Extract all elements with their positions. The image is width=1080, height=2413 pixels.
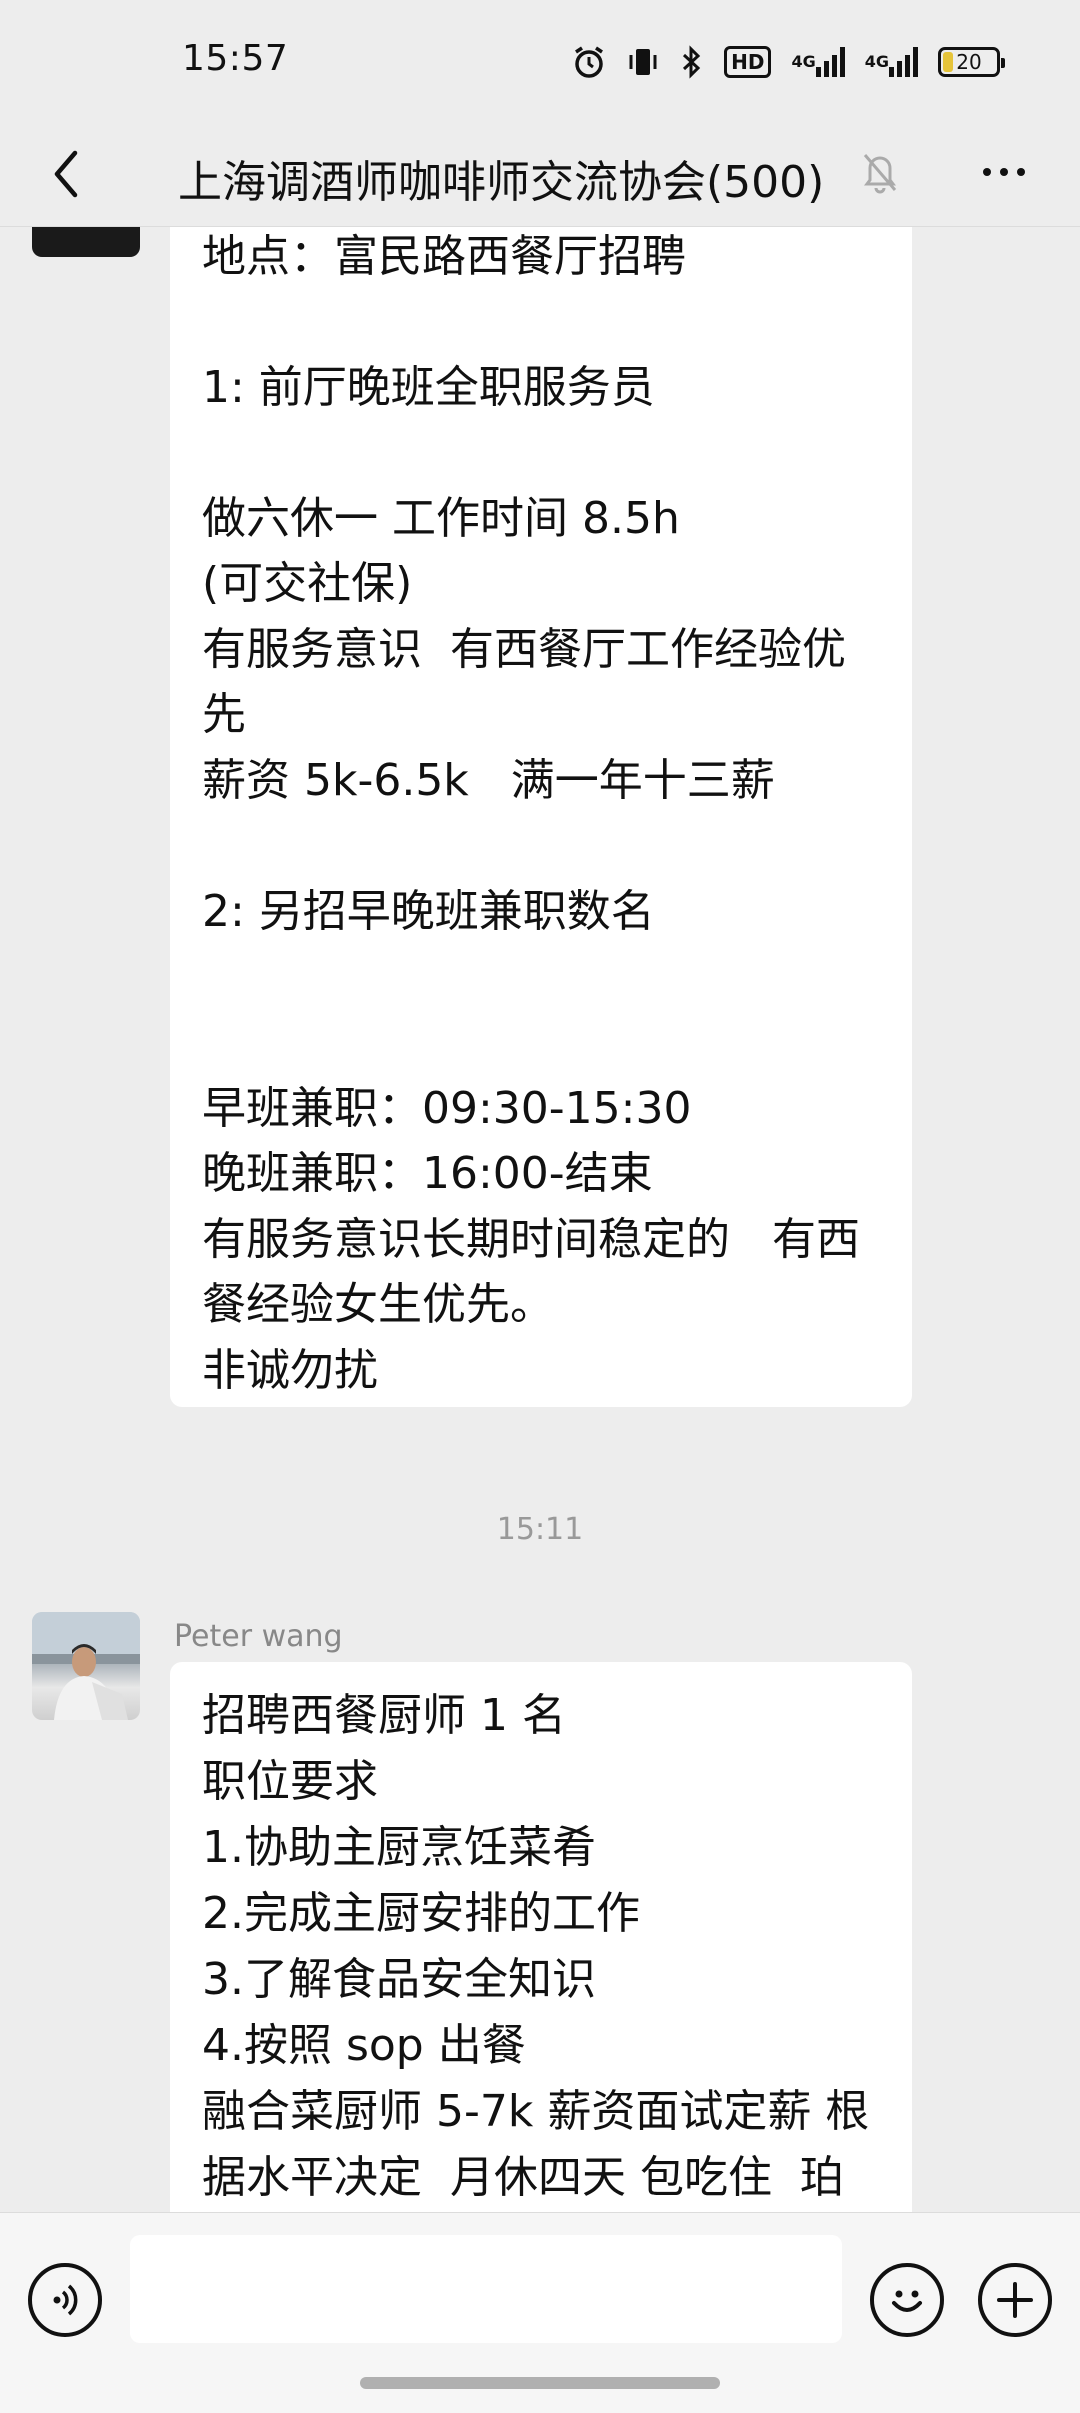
message-line: 早班兼职：09:30-15:30	[202, 1083, 692, 1134]
message-line: (可交社保)	[202, 558, 413, 609]
vibrate-icon	[626, 45, 660, 79]
message-line: 招聘西餐厨师 1 名	[202, 1690, 566, 1741]
voice-input-button[interactable]	[28, 2263, 102, 2337]
avatar-image	[32, 1612, 140, 1720]
message-line: 4.按照 sop 出餐	[202, 2020, 526, 2071]
message-line: 晚班兼职：16:00-结束	[202, 1148, 653, 1199]
message-line: 融合菜厨师 5-7k 薪资面试定薪 根	[202, 2086, 870, 2137]
more-dot-icon	[1000, 168, 1008, 176]
message-line: 地点：富民路西餐厅招聘	[202, 231, 686, 282]
message-bubble[interactable]: 招聘西餐厨师 1 名 职位要求 1.协助主厨烹饪菜肴 2.完成主厨安排的工作 3…	[170, 1662, 912, 2212]
signal-2-icon: 4G	[865, 47, 918, 77]
chat-messages[interactable]: 地点：富民路西餐厅招聘 1: 前厅晚班全职服务员 做六休一 工作时间 8.5h …	[0, 227, 1080, 2212]
chevron-left-icon	[54, 150, 78, 198]
signal-1-icon: 4G	[791, 47, 845, 77]
message-line: 非诚勿扰	[202, 1345, 378, 1396]
emoji-button[interactable]	[870, 2263, 944, 2337]
message-line: 薪资 5k-6.5k 满一年十三薪	[202, 755, 775, 806]
more-options-button[interactable]	[972, 142, 1036, 202]
message-line: 先	[202, 689, 246, 740]
network-2-label: 4G	[864, 52, 889, 71]
bluetooth-icon	[680, 45, 704, 79]
avatar[interactable]	[32, 1612, 140, 1720]
message-line: 职位要求	[202, 1756, 378, 1807]
time-separator: 15:11	[496, 1512, 584, 1547]
status-bar: 15:57 HD 4G 4G 20	[0, 0, 1080, 122]
more-dot-icon	[983, 168, 991, 176]
more-functions-button[interactable]	[978, 2263, 1052, 2337]
smiley-icon	[892, 2290, 922, 2312]
home-indicator[interactable]	[360, 2377, 720, 2389]
status-time: 15:57	[182, 38, 289, 79]
message-bubble[interactable]: 地点：富民路西餐厅招聘 1: 前厅晚班全职服务员 做六休一 工作时间 8.5h …	[170, 227, 912, 1407]
battery-icon: 20	[938, 47, 1005, 77]
message-line: 有服务意识长期时间稳定的 有西	[202, 1214, 860, 1265]
chat-title: 上海调酒师咖啡师交流协会(500)	[178, 157, 825, 208]
message-line: 2: 另招早晚班兼职数名	[202, 886, 655, 937]
message-line: 有服务意识 有西餐厅工作经验优	[202, 624, 846, 675]
message-line: 据水平决定 月休四天 包吃住 珀	[202, 2152, 844, 2203]
alarm-icon	[572, 45, 606, 79]
battery-level: 20	[956, 50, 982, 74]
message-input[interactable]	[130, 2235, 842, 2343]
hd-icon: HD	[724, 46, 772, 78]
plus-icon	[997, 2282, 1033, 2318]
message-line: 3.了解食品安全知识	[202, 1954, 596, 2005]
network-1-label: 4G	[791, 52, 816, 71]
more-dot-icon	[1017, 168, 1025, 176]
message-line: 1.协助主厨烹饪菜肴	[202, 1822, 596, 1873]
message-line: 做六休一 工作时间 8.5h	[202, 493, 680, 544]
voice-icon	[53, 2284, 78, 2316]
sender-name: Peter wang	[174, 1619, 343, 1654]
message-line: 餐经验女生优先。	[202, 1279, 554, 1330]
bell-muted-icon	[858, 142, 902, 202]
status-icons: HD 4G 4G 20	[572, 40, 1005, 84]
message-line: 2.完成主厨安排的工作	[202, 1888, 640, 1939]
avatar[interactable]	[32, 227, 140, 257]
chat-header: 上海调酒师咖啡师交流协会(500)	[0, 122, 1080, 227]
back-button[interactable]	[36, 140, 96, 208]
message-line: 1: 前厅晚班全职服务员	[202, 362, 655, 413]
